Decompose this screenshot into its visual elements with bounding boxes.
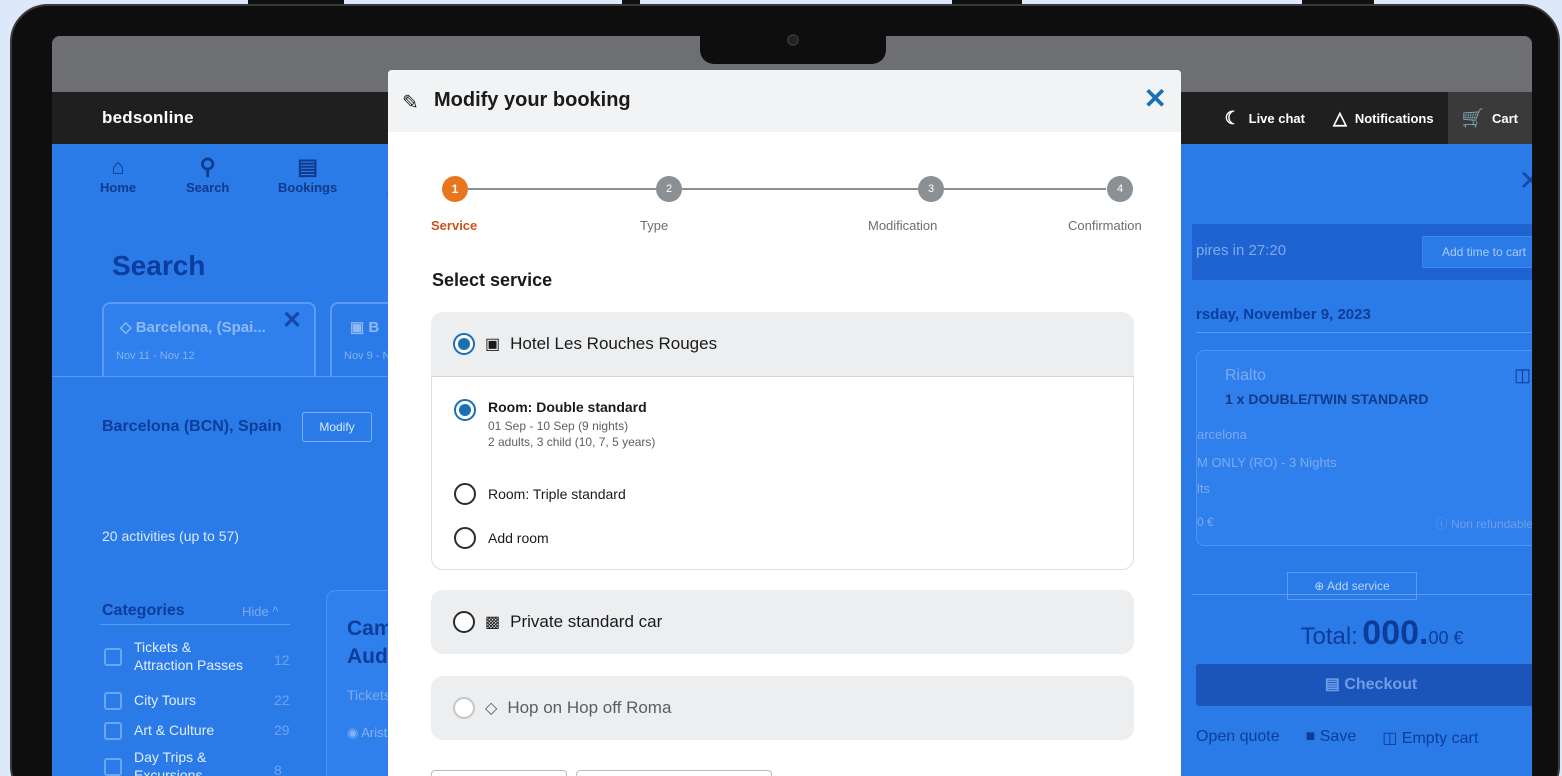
close-cart-icon[interactable]: ✕ — [1519, 164, 1532, 197]
category-checkbox[interactable] — [104, 648, 122, 666]
nav-home[interactable]: ⌂ Home — [100, 154, 136, 195]
save-button[interactable]: ■ Save — [1306, 728, 1357, 748]
bed-icon: ▣ — [350, 319, 365, 336]
radio-selected[interactable] — [454, 399, 476, 421]
activities-count: 20 activities (up to 57) — [102, 528, 239, 544]
service-hotel: ▣ Hotel Les Rouches Rouges Room: Double … — [431, 312, 1134, 570]
radio-unselected[interactable] — [454, 483, 476, 505]
open-quote-button[interactable]: Open quote — [1196, 728, 1280, 748]
ticket-icon: ◇ — [120, 319, 132, 336]
close-tab-icon[interactable]: ✕ — [282, 306, 302, 335]
bed-icon: ▣ — [485, 336, 501, 353]
cart-timer: pires in 27:20 — [1196, 242, 1287, 259]
step-2-label: Type — [640, 218, 669, 233]
radio-unselected[interactable] — [454, 527, 476, 549]
location-label: Barcelona (BCN), Spain — [102, 418, 282, 435]
step-1-label: Service — [431, 218, 478, 233]
top-nav: ☾ Live chat △ Notifications 🛒 Cart — [1210, 92, 1532, 144]
location-pin-icon: ◉ — [347, 725, 359, 740]
modify-button[interactable]: Modify — [302, 412, 372, 442]
cart-item[interactable]: Rialto 1 x DOUBLE/TWIN STANDARD ◫ arcelo… — [1196, 350, 1532, 546]
cart-panel: ✕ pires in 27:20 Add time to cart rsday,… — [1192, 144, 1532, 776]
modify-booking-modal: ✎ Modify your booking ✕ 1 2 3 4 Service … — [388, 70, 1181, 776]
cart-actions: Open quote ■ Save ◫ Empty cart — [1196, 728, 1478, 748]
tab-divider — [52, 376, 402, 377]
trash-icon[interactable]: ◫ — [1514, 365, 1531, 386]
hide-categories[interactable]: Hide ^ — [242, 604, 278, 619]
step-4-dot: 4 — [1107, 176, 1133, 202]
add-room-option[interactable]: Add room — [454, 527, 549, 549]
trash-icon: ◫ — [1382, 730, 1398, 747]
pencil-icon: ✎ — [402, 92, 419, 114]
home-icon: ⌂ — [111, 154, 125, 179]
category-checkbox[interactable] — [104, 722, 122, 740]
step-3-label: Modification — [868, 218, 938, 233]
categories-title: Categories — [102, 602, 185, 619]
radio-disabled — [453, 697, 475, 719]
bus-icon: ▩ — [485, 614, 501, 631]
notifications-button[interactable]: △ Notifications — [1319, 92, 1448, 144]
ticket-icon: ◇ — [485, 700, 498, 717]
radio-selected[interactable] — [453, 333, 475, 355]
radio-unselected[interactable] — [453, 611, 475, 633]
search-icon: ⚲ — [199, 154, 216, 179]
service-car[interactable]: ▩ Private standard car — [431, 590, 1134, 654]
category-checkbox[interactable] — [104, 692, 122, 710]
live-chat-button[interactable]: ☾ Live chat — [1210, 92, 1319, 144]
step-3-dot: 3 — [918, 176, 944, 202]
search-tab-barcelona[interactable]: ◇ Barcelona, (Spai... Nov 11 - Nov 12 ✕ — [102, 302, 316, 376]
close-modal-icon[interactable]: ✕ — [1144, 82, 1167, 115]
camera-icon — [787, 34, 799, 46]
section-title: Select service — [432, 270, 553, 290]
logo: bedsonline — [102, 108, 194, 127]
next-button[interactable] — [576, 770, 772, 776]
empty-cart-button[interactable]: ◫ Empty cart — [1382, 728, 1478, 748]
bookings-icon: ▤ — [297, 154, 319, 179]
room-option-triple[interactable]: Room: Triple standard — [454, 483, 626, 505]
add-time-button[interactable]: Add time to cart — [1422, 236, 1532, 268]
info-icon: ⓘ — [1435, 517, 1448, 531]
modal-header: ✎ Modify your booking ✕ — [388, 70, 1181, 132]
card-icon: ▤ — [1324, 676, 1340, 693]
room-list: Room: Double standard 01 Sep - 10 Sep (9… — [431, 376, 1134, 570]
modal-title: Modify your booking — [434, 89, 631, 111]
service-hop-on-hop-off: ◇ Hop on Hop off Roma — [431, 676, 1134, 740]
cart-button[interactable]: 🛒 Cart — [1447, 92, 1532, 144]
save-icon: ■ — [1305, 728, 1316, 745]
checkout-button[interactable]: ▤ Checkout — [1196, 664, 1532, 706]
stepper: 1 2 3 4 Service Type Modification Confir… — [428, 174, 1153, 234]
step-1-dot: 1 — [442, 176, 468, 202]
room-option-double[interactable]: Room: Double standard 01 Sep - 10 Sep (9… — [454, 399, 655, 450]
nav-search[interactable]: ⚲ Search — [186, 154, 229, 195]
cart-icon: 🛒 — [1461, 107, 1484, 128]
headset-icon: ☾ — [1224, 107, 1241, 128]
add-service-button[interactable]: ⊕ Add service — [1287, 572, 1417, 600]
cart-total: Total: 000.00 € — [1300, 614, 1464, 652]
back-button[interactable] — [431, 770, 567, 776]
nav-bookings[interactable]: ▤ Bookings — [278, 154, 337, 195]
category-checkbox[interactable] — [104, 758, 122, 776]
bell-icon: △ — [1332, 107, 1347, 128]
plus-circle-icon: ⊕ — [1314, 579, 1325, 593]
camera-notch — [700, 28, 886, 64]
cart-date: rsday, November 9, 2023 — [1196, 306, 1371, 323]
step-2-dot: 2 — [656, 176, 682, 202]
page-title: Search — [112, 250, 206, 281]
service-hotel-option[interactable]: ▣ Hotel Les Rouches Rouges — [431, 312, 1134, 376]
step-4-label: Confirmation — [1068, 218, 1142, 233]
